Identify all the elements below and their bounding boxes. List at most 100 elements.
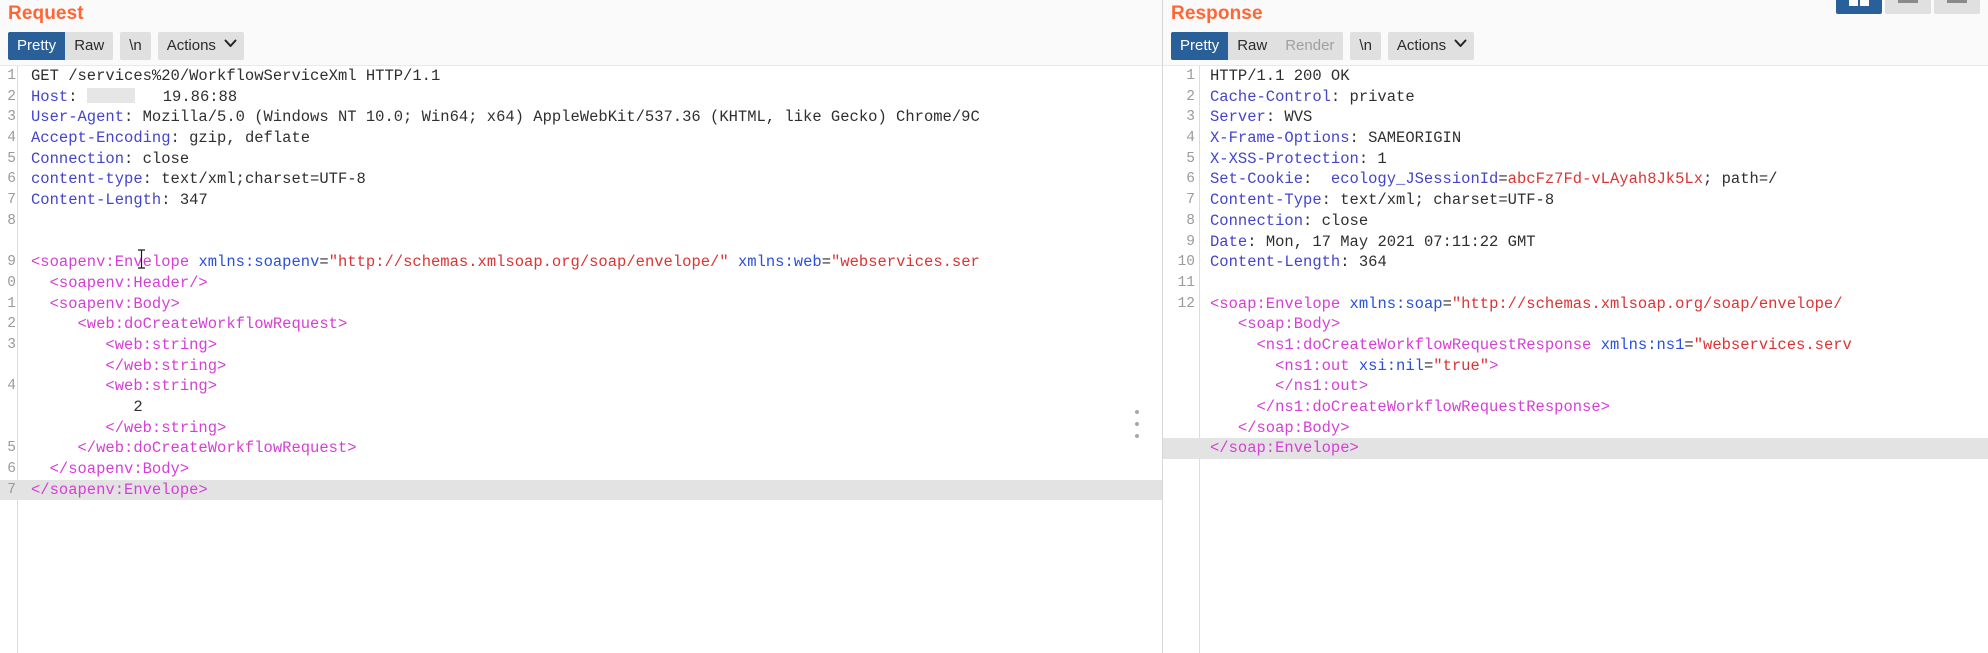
response-editor[interactable]: 1 HTTP/1.1 200 OK 2 Cache-Control: private 3…	[1163, 65, 1988, 653]
code-line[interactable]: 3 User-Agent: Mozilla/5.0 (Windows NT 10.…	[0, 107, 1163, 128]
code-line[interactable]: 0 <soapenv:Header/>	[0, 273, 1163, 294]
code-line[interactable]: 12 <soap:Envelope xmlns:soap="http://sche…	[1163, 294, 1988, 315]
code-line[interactable]: <soap:Body>	[1163, 314, 1988, 335]
code-line[interactable]: </web:string>	[0, 356, 1163, 377]
code-line-text[interactable]: </ns1:doCreateWorkflowRequestResponse>	[1202, 397, 1988, 418]
code-line[interactable]: </soap:Envelope>	[1163, 438, 1988, 460]
code-line[interactable]: 4 Accept-Encoding: gzip, deflate	[0, 128, 1163, 149]
code-line-text[interactable]: <web:string>	[23, 376, 1163, 397]
code-line-text[interactable]: <soap:Body>	[1202, 314, 1988, 335]
code-line-text[interactable]: X-XSS-Protection: 1	[1202, 149, 1988, 170]
code-line-text[interactable]: Server: WVS	[1202, 107, 1988, 128]
code-line-text[interactable]: </web:string>	[23, 356, 1163, 377]
request-raw-tab[interactable]: Raw	[65, 32, 114, 60]
code-line-text[interactable]: </soap:Body>	[1202, 418, 1988, 439]
code-line[interactable]: 7 </soapenv:Envelope>	[0, 479, 1163, 501]
layout-horizontal-button[interactable]	[1885, 0, 1931, 14]
code-line[interactable]: 4 X-Frame-Options: SAMEORIGIN	[1163, 128, 1988, 149]
code-line[interactable]: 10 Content-Length: 364	[1163, 252, 1988, 273]
code-line[interactable]: 2 Host: 19.86:88	[0, 87, 1163, 108]
code-line-text[interactable]: <soapenv:Body>	[23, 294, 1163, 315]
code-line-text[interactable]: <web:string>	[23, 335, 1163, 356]
code-line-text[interactable]: <ns1:doCreateWorkflowRequestResponse xml…	[1202, 335, 1988, 356]
response-raw-tab[interactable]: Raw	[1228, 32, 1277, 60]
code-line[interactable]: 8 Connection: close	[1163, 211, 1988, 232]
code-line[interactable]: 5 Connection: close	[0, 149, 1163, 170]
code-line[interactable]	[0, 232, 1163, 253]
code-line-text[interactable]: Content-Type: text/xml; charset=UTF-8	[1202, 190, 1988, 211]
code-line[interactable]: 11	[1163, 273, 1988, 294]
line-number: 9	[7, 254, 16, 271]
response-code[interactable]: 1 HTTP/1.1 200 OK 2 Cache-Control: private 3…	[1163, 66, 1988, 460]
code-line[interactable]: 2 Cache-Control: private	[1163, 87, 1988, 108]
line-number: 6	[7, 461, 16, 478]
code-line-text[interactable]: <web:doCreateWorkflowRequest>	[23, 314, 1163, 335]
code-line-text[interactable]: Set-Cookie: ecology_JSessionId=abcFz7Fd-…	[1202, 169, 1988, 190]
code-line[interactable]: 9 Date: Mon, 17 May 2021 07:11:22 GMT	[1163, 232, 1988, 253]
request-newline-button[interactable]: \n	[120, 32, 151, 60]
code-line-text[interactable]: </soap:Envelope>	[1202, 438, 1988, 459]
code-line[interactable]: 3 Server: WVS	[1163, 107, 1988, 128]
code-line-text[interactable]: HTTP/1.1 200 OK	[1202, 66, 1988, 87]
code-line[interactable]: 1 GET /services%20/WorkflowServiceXml HTT…	[0, 66, 1163, 87]
code-line[interactable]: <ns1:out xsi:nil="true">	[1163, 356, 1988, 377]
request-resize-grip[interactable]	[1134, 410, 1139, 438]
code-line-text[interactable]: 2	[23, 397, 1163, 418]
code-line-text[interactable]: Connection: close	[1202, 211, 1988, 232]
code-line-text[interactable]: <soap:Envelope xmlns:soap="http://schema…	[1202, 294, 1988, 315]
code-line[interactable]: 6 Set-Cookie: ecology_JSessionId=abcFz7Fd…	[1163, 169, 1988, 190]
code-line-text[interactable]: Connection: close	[23, 149, 1163, 170]
code-line-text[interactable]: </web:doCreateWorkflowRequest>	[23, 438, 1163, 459]
code-line-text[interactable]: User-Agent: Mozilla/5.0 (Windows NT 10.0…	[23, 107, 1163, 128]
response-newline-button[interactable]: \n	[1350, 32, 1381, 60]
request-code[interactable]: 1 GET /services%20/WorkflowServiceXml HTT…	[0, 66, 1163, 501]
code-line-text[interactable]: content-type: text/xml;charset=UTF-8	[23, 169, 1163, 190]
request-actions-button[interactable]: Actions	[157, 32, 244, 60]
code-line[interactable]: 7 Content-Type: text/xml; charset=UTF-8	[1163, 190, 1988, 211]
code-line[interactable]: 2 <web:doCreateWorkflowRequest>	[0, 314, 1163, 335]
code-token: </ns1:doCreateWorkflowRequestResponse>	[1210, 398, 1610, 416]
code-line[interactable]: 7 Content-Length: 347	[0, 190, 1163, 211]
code-line[interactable]: 1 HTTP/1.1 200 OK	[1163, 66, 1988, 87]
code-line-text[interactable]: Content-Length: 347	[23, 190, 1163, 211]
code-line-text[interactable]: X-Frame-Options: SAMEORIGIN	[1202, 128, 1988, 149]
code-line[interactable]: 8	[0, 211, 1163, 232]
code-line[interactable]: 6 </soapenv:Body>	[0, 459, 1163, 480]
code-line-text[interactable]: Accept-Encoding: gzip, deflate	[23, 128, 1163, 149]
code-line[interactable]: <ns1:doCreateWorkflowRequestResponse xml…	[1163, 335, 1988, 356]
layout-tabs-button[interactable]	[1836, 0, 1882, 14]
code-line[interactable]: 9 <soapenv:Envelope xmlns:soapenv="http:/…	[0, 252, 1163, 273]
code-line[interactable]: 3 <web:string>	[0, 335, 1163, 356]
code-line-text[interactable]: <soapenv:Envelope xmlns:soapenv="http://…	[23, 252, 1163, 273]
request-pretty-tab[interactable]: Pretty	[8, 32, 66, 60]
code-line[interactable]: 1 <soapenv:Body>	[0, 294, 1163, 315]
code-line-text[interactable]: GET /services%20/WorkflowServiceXml HTTP…	[23, 66, 1163, 87]
code-token: : text/xml;charset=UTF-8	[142, 170, 366, 189]
code-line[interactable]: 2	[0, 397, 1163, 418]
code-line[interactable]: </soap:Body>	[1163, 418, 1988, 439]
request-editor[interactable]: 1 GET /services%20/WorkflowServiceXml HTT…	[0, 65, 1163, 653]
code-line-text[interactable]: </soapenv:Envelope>	[23, 480, 1163, 501]
code-line[interactable]: 5 </web:doCreateWorkflowRequest>	[0, 438, 1163, 459]
response-pretty-tab[interactable]: Pretty	[1171, 32, 1229, 60]
code-line[interactable]: </ns1:out>	[1163, 376, 1988, 397]
code-line[interactable]: 6 content-type: text/xml;charset=UTF-8	[0, 169, 1163, 190]
code-line-text[interactable]: Host: 19.86:88	[23, 87, 1163, 108]
code-line-text[interactable]: <ns1:out xsi:nil="true">	[1202, 356, 1988, 377]
code-line[interactable]: 4 <web:string>	[0, 376, 1163, 397]
code-line[interactable]: </ns1:doCreateWorkflowRequestResponse>	[1163, 397, 1988, 418]
code-token: </web:doCreateWorkflowRequest>	[31, 439, 357, 458]
code-token: Connection	[1210, 211, 1304, 230]
code-line[interactable]: </web:string>	[0, 418, 1163, 439]
response-actions-button[interactable]: Actions	[1387, 32, 1475, 60]
code-line-text[interactable]: Cache-Control: private	[1202, 87, 1988, 108]
code-line-text[interactable]: <soapenv:Header/>	[23, 273, 1163, 294]
code-line-text[interactable]: </soapenv:Body>	[23, 459, 1163, 480]
layout-vertical-button[interactable]	[1934, 0, 1980, 14]
code-line-text[interactable]: Date: Mon, 17 May 2021 07:11:22 GMT	[1202, 232, 1988, 253]
chevron-down-icon	[224, 39, 237, 50]
code-line-text[interactable]: </web:string>	[23, 418, 1163, 439]
code-line[interactable]: 5 X-XSS-Protection: 1	[1163, 149, 1988, 170]
code-line-text[interactable]: Content-Length: 364	[1202, 252, 1988, 273]
code-line-text[interactable]: </ns1:out>	[1202, 376, 1988, 397]
